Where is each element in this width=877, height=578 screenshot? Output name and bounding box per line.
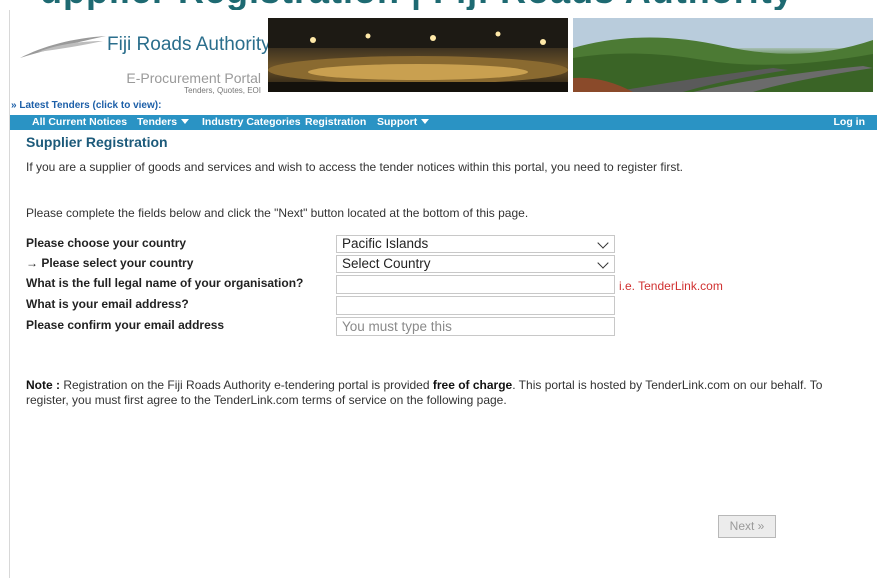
cropped-banner: upplier Registration | Fiji Roads Author… bbox=[0, 0, 877, 10]
header-photo-highway bbox=[573, 18, 873, 92]
nav-industry-categories[interactable]: Industry Categories bbox=[202, 115, 301, 130]
nav-support[interactable]: Support bbox=[377, 115, 430, 130]
org-name-hint: i.e. TenderLink.com bbox=[619, 279, 723, 293]
login-link[interactable]: Log in bbox=[834, 115, 866, 130]
main-nav: All Current Notices Tenders Industry Cat… bbox=[10, 115, 877, 130]
swoosh-logo-icon bbox=[20, 36, 106, 58]
logo[interactable]: Fiji Roads Authority E-Procurement Porta… bbox=[10, 12, 271, 95]
next-button[interactable]: Next » bbox=[718, 515, 776, 538]
header-photo-night-road bbox=[268, 18, 568, 92]
intro-text: If you are a supplier of goods and servi… bbox=[26, 160, 684, 174]
portal-subtitle: Tenders, Quotes, EOI bbox=[184, 86, 261, 95]
email-label: What is your email address? bbox=[26, 297, 189, 311]
chevron-down-icon bbox=[181, 119, 190, 124]
nav-all-current-notices[interactable]: All Current Notices bbox=[32, 115, 127, 130]
country-group-label: Please choose your country bbox=[26, 236, 187, 250]
country-label: → Please select your country bbox=[26, 256, 194, 270]
chevron-down-icon bbox=[421, 119, 430, 124]
country-group-select[interactable]: Pacific Islands bbox=[336, 235, 615, 253]
org-name: Fiji Roads Authority bbox=[107, 34, 271, 55]
latest-tenders-link[interactable]: » Latest Tenders (click to view): bbox=[11, 100, 161, 111]
confirm-email-label: Please confirm your email address bbox=[26, 318, 225, 332]
page-frame bbox=[9, 10, 877, 578]
org-name-label: What is the full legal name of your orga… bbox=[26, 276, 304, 290]
email-field[interactable] bbox=[336, 296, 615, 315]
free-of-charge-text: free of charge bbox=[432, 378, 513, 392]
instructions-text: Please complete the fields below and cli… bbox=[26, 206, 529, 220]
portal-name: E-Procurement Portal bbox=[126, 70, 261, 86]
chevron-down-icon bbox=[597, 257, 609, 269]
chevron-down-icon bbox=[597, 237, 609, 249]
page-title: Supplier Registration bbox=[26, 134, 168, 150]
registration-note: Note : Registration on the Fiji Roads Au… bbox=[26, 378, 823, 407]
note-prefix: Note : bbox=[26, 378, 60, 392]
org-name-field[interactable] bbox=[336, 275, 615, 294]
country-select[interactable]: Select Country bbox=[336, 255, 615, 273]
nav-tenders[interactable]: Tenders bbox=[137, 115, 190, 130]
nav-registration[interactable]: Registration bbox=[305, 115, 366, 130]
confirm-email-field[interactable] bbox=[336, 317, 615, 336]
